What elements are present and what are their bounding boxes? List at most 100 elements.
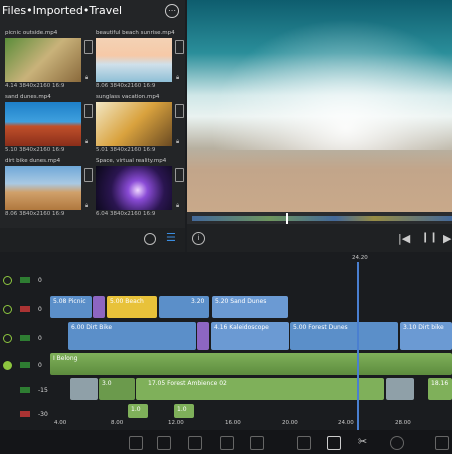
trash-icon[interactable] <box>435 436 449 450</box>
clip-meta: 4.14 3840x2160 16:9 <box>5 83 65 89</box>
track-volume: 0 <box>38 335 42 342</box>
scrubber-track[interactable] <box>192 216 452 221</box>
media-clip[interactable]: picnic outside.mp4 4.14 3840x2160 16:9 🔒… <box>5 30 93 89</box>
clip-label: 5.00 Forest Dunes <box>293 324 348 331</box>
playhead[interactable] <box>357 262 359 430</box>
clip-label: 17.05 Forest Ambience 02 <box>148 380 227 387</box>
info-icon[interactable]: i <box>192 232 205 245</box>
device-icon <box>84 104 93 118</box>
clip-name: dirt bike dunes.mp4 <box>5 158 61 164</box>
audio-clip[interactable]: 3.0 <box>99 378 135 400</box>
timeline-clip[interactable]: 5.08 Picnic <box>50 296 92 318</box>
clip-label: 5.20 Sand Dunes <box>215 298 267 305</box>
track-toggle[interactable] <box>3 276 12 285</box>
clip-meta: 6.04 3840x2160 16:9 <box>96 211 156 217</box>
clip-label: 3.20 <box>191 298 205 305</box>
add-clip-icon[interactable] <box>129 436 143 450</box>
lock-icon: 🔒︎ <box>85 138 89 145</box>
time-tick: 12.00 <box>168 420 184 426</box>
lock-icon: 🔒︎ <box>85 202 89 209</box>
save-icon[interactable] <box>157 436 171 450</box>
list-view-icon[interactable]: ☰ <box>166 232 178 244</box>
track-toggle[interactable] <box>3 334 12 343</box>
track-volume: 0 <box>38 362 42 369</box>
level-meter <box>20 335 30 341</box>
media-clip[interactable]: beautiful beach sunrise.mp4 8.06 3840x21… <box>96 30 184 89</box>
clip-name: sunglass vacation.mp4 <box>96 94 160 100</box>
clip-label: 5.00 Beach <box>110 298 144 305</box>
pause-icon[interactable]: ❙❙ <box>421 232 438 243</box>
link-icon[interactable] <box>188 436 202 450</box>
more-options-icon[interactable]: ⋯ <box>165 4 179 18</box>
time-tick: 16.00 <box>225 420 241 426</box>
skip-forward-icon[interactable]: ▶| <box>443 232 452 245</box>
track-volume: 0 <box>38 306 42 313</box>
clip-thumbnail <box>5 102 81 146</box>
timeline-clip[interactable]: 3.10 Dirt bike <box>400 322 452 350</box>
lock-icon: 🔒︎ <box>85 74 89 81</box>
scissors-icon[interactable]: ✂ <box>358 436 370 448</box>
level-meter <box>20 411 30 417</box>
clip-label: 4.16 Kaleidoscope <box>214 324 269 331</box>
clip-label: 6.00 Dirt Bike <box>71 324 113 331</box>
timeline-clip[interactable]: 5.00 Beach <box>107 296 157 318</box>
time-tick: 4.00 <box>54 420 67 426</box>
clip-meta: 5.01 3840x2160 16:9 <box>96 147 156 153</box>
preview-frame-detail <box>187 0 452 150</box>
clip-thumbnail <box>5 38 81 82</box>
time-tick: 8.00 <box>111 420 124 426</box>
media-clip[interactable]: sand dunes.mp4 5.10 3840x2160 16:9 🔒︎ <box>5 94 93 153</box>
clip-name: sand dunes.mp4 <box>5 94 51 100</box>
scrubber-handle[interactable] <box>286 213 288 224</box>
media-toolbar <box>0 228 185 252</box>
playback-controls <box>187 224 452 252</box>
track-toggle[interactable] <box>3 361 12 370</box>
clip-thumbnail <box>5 166 81 210</box>
audio-clip[interactable]: 18.16 <box>428 378 452 400</box>
audio-clip[interactable]: 17.05 Forest Ambience 02 <box>136 378 384 400</box>
clip-name: Space, virtual reality.mp4 <box>96 158 167 164</box>
clip-label: 3.0 <box>102 380 112 387</box>
audio-clip[interactable]: 1.0 <box>128 404 148 418</box>
clip-label: 3.10 Dirt bike <box>403 324 444 331</box>
timeline-clip[interactable]: 5.20 Sand Dunes <box>212 296 288 318</box>
timeline-clip[interactable]: 5.00 Forest Dunes <box>290 322 398 350</box>
transition[interactable] <box>93 296 105 318</box>
clip-label: 1.0 <box>131 406 141 413</box>
track-toggle[interactable] <box>3 305 12 314</box>
search-icon[interactable] <box>144 233 156 245</box>
skip-back-icon[interactable]: |◀ <box>398 232 410 245</box>
add-icon[interactable] <box>390 436 404 450</box>
media-clip[interactable]: dirt bike dunes.mp4 8.06 3840x2160 16:9 … <box>5 158 93 217</box>
timeline-clip[interactable]: 3.20 <box>159 296 209 318</box>
audio-clip-thumb[interactable] <box>70 378 98 400</box>
media-clip[interactable]: sunglass vacation.mp4 5.01 3840x2160 16:… <box>96 94 184 153</box>
time-tick: 28.00 <box>395 420 411 426</box>
audio-clip-thumb[interactable] <box>386 378 414 400</box>
camera-icon[interactable] <box>250 436 264 450</box>
track-volume: -15 <box>38 387 48 394</box>
lock-icon: 🔒︎ <box>176 74 180 81</box>
pen-icon[interactable] <box>220 436 234 450</box>
clip-label: 5.08 Picnic <box>53 298 86 305</box>
track-volume: 0 <box>38 277 42 284</box>
clip-meta: 8.06 3840x2160 16:9 <box>5 211 65 217</box>
transition[interactable] <box>197 322 209 350</box>
clip-meta: 5.10 3840x2160 16:9 <box>5 147 65 153</box>
level-meter <box>20 277 30 283</box>
track-volume: -30 <box>38 411 48 418</box>
timeline-clip[interactable]: 4.16 Kaleidoscope <box>211 322 289 350</box>
device-icon <box>175 40 184 54</box>
breadcrumb[interactable]: Files•Imported•Travel <box>2 4 122 17</box>
screen-icon[interactable] <box>297 436 311 450</box>
time-tick: 20.00 <box>282 420 298 426</box>
select-icon[interactable] <box>327 436 341 450</box>
playhead-timecode: 24.20 <box>352 255 368 261</box>
media-clip[interactable]: Space, virtual reality.mp4 6.04 3840x216… <box>96 158 184 217</box>
audio-clip[interactable]: 1.0 <box>174 404 194 418</box>
audio-clip[interactable]: I Belong <box>50 353 452 375</box>
timeline-clip[interactable]: 6.00 Dirt Bike <box>68 322 196 350</box>
device-icon <box>84 40 93 54</box>
level-meter <box>20 387 30 393</box>
clip-label: 1.0 <box>177 406 187 413</box>
